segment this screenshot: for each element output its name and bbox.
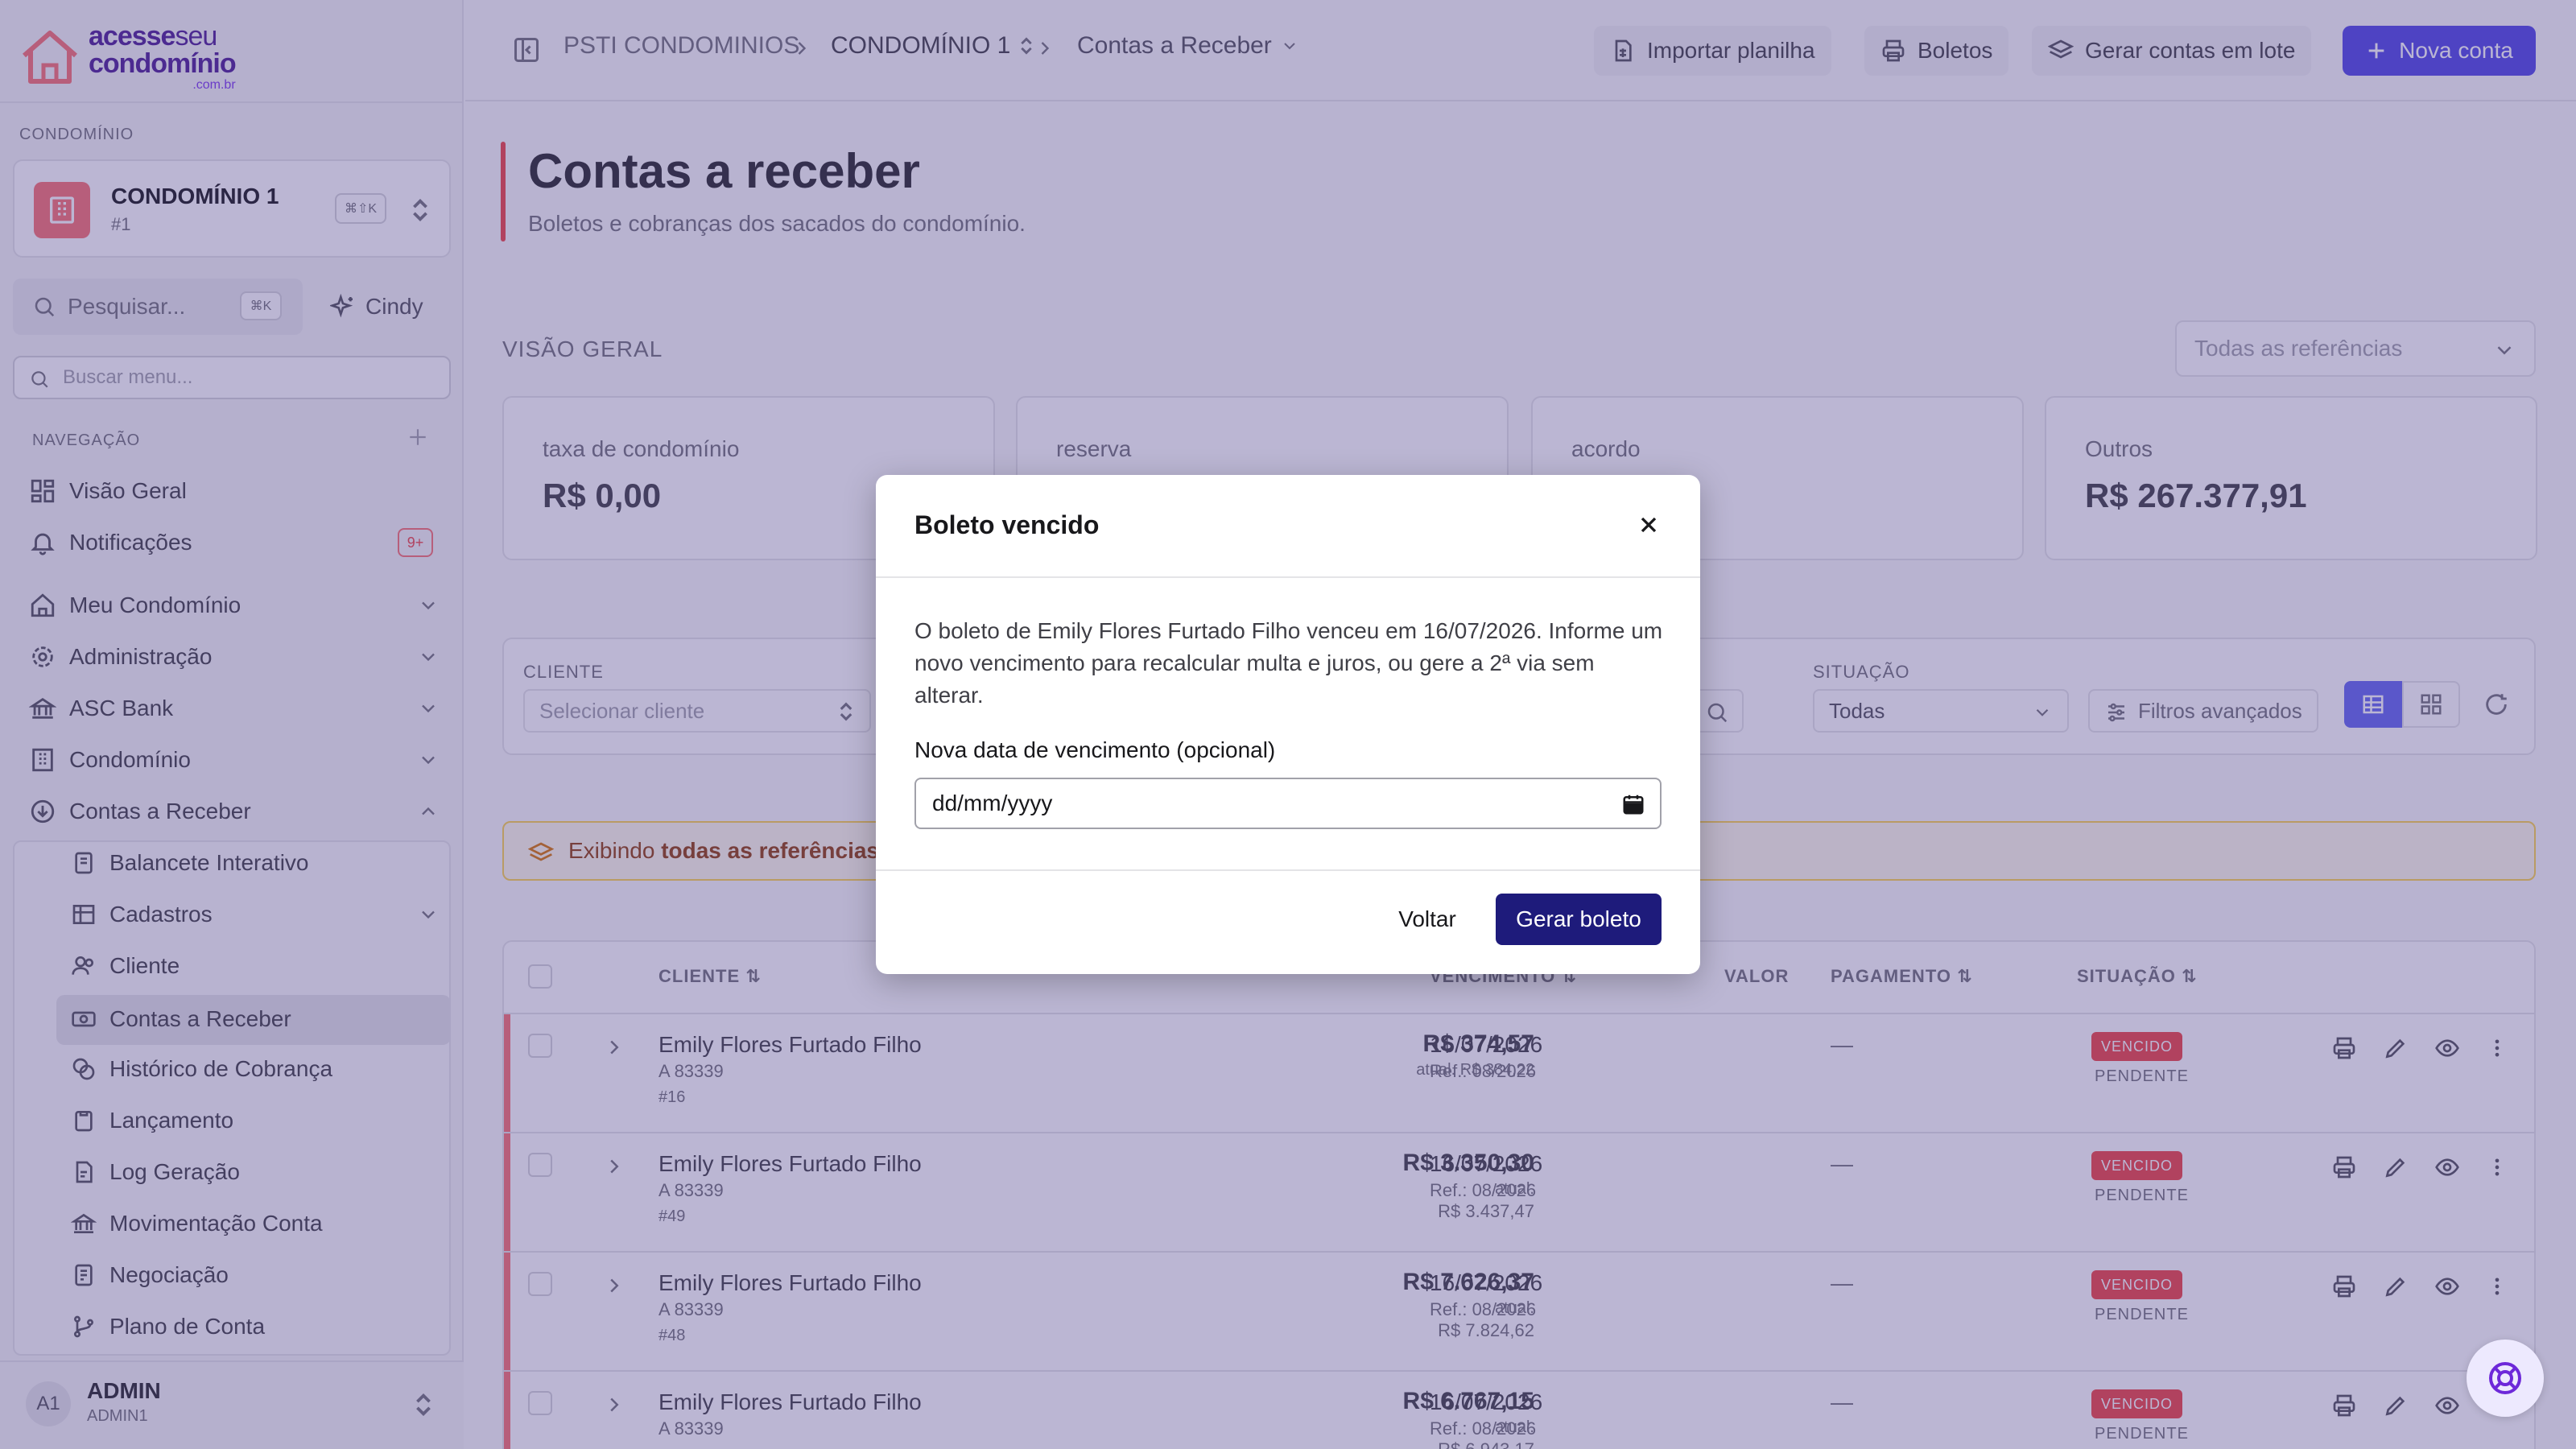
close-button[interactable] [1631,507,1666,543]
lifebuoy-icon [2489,1362,2521,1394]
back-button[interactable]: Voltar [1375,894,1480,945]
help-button[interactable] [2467,1340,2544,1417]
dialog-message: O boleto de Emily Flores Furtado Filho v… [914,618,1663,708]
close-icon [1641,517,1657,533]
due-date-placeholder: dd/mm/yyyy [932,791,1053,815]
divider [876,869,1700,871]
calendar-icon[interactable] [1621,792,1645,816]
due-date-label: Nova data de vencimento (opcional) [914,737,1276,762]
overdue-boleto-dialog: Boleto vencido O boleto de Emily Flores … [876,475,1700,974]
generate-boleto-button[interactable]: Gerar boleto [1496,894,1662,945]
divider [876,576,1700,578]
due-date-input[interactable]: dd/mm/yyyy [914,778,1662,829]
dialog-title: Boleto vencido [914,510,1100,539]
